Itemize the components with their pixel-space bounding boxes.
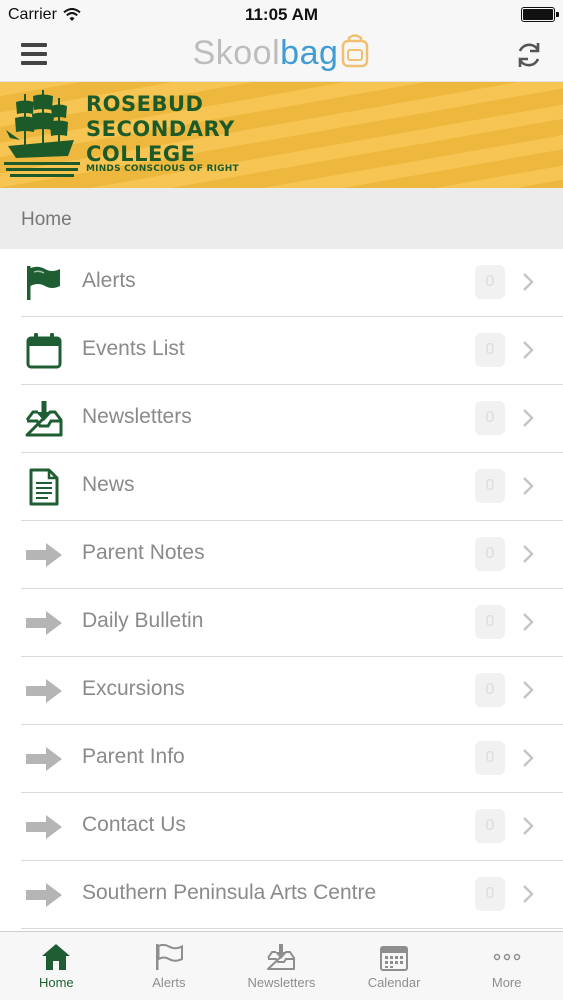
chevron-right-icon: [523, 341, 534, 359]
menu-item-label: Southern Peninsula Arts Centre: [82, 881, 377, 904]
refresh-icon[interactable]: [513, 39, 545, 71]
count-badge: 0: [475, 265, 505, 299]
tab-label: Alerts: [152, 975, 186, 990]
count-badge: 0: [475, 809, 505, 843]
chevron-right-icon: [523, 681, 534, 699]
menu-item-label: Events List: [82, 337, 185, 360]
menu-item-newsletters[interactable]: Newsletters 0: [21, 385, 563, 453]
more-icon: [491, 942, 523, 972]
brand-text-bag: bag: [280, 34, 339, 72]
home-icon: [40, 942, 72, 972]
backpack-icon: [342, 34, 369, 68]
flag-icon: [23, 264, 65, 302]
arrow-right-icon: [23, 740, 65, 778]
school-motto: MINDS CONSCIOUS OF RIGHT: [86, 164, 239, 174]
count-badge: 0: [475, 673, 505, 707]
tab-bar: Home Alerts Newsletters Calendar More: [0, 931, 563, 1000]
menu-item-contact-us[interactable]: Contact Us 0: [21, 793, 563, 861]
school-name-line1: ROSEBUD: [86, 92, 204, 116]
menu-item-label: Alerts: [82, 269, 136, 292]
tab-label: More: [491, 975, 522, 990]
menu-item-news[interactable]: News 0: [21, 453, 563, 521]
flag-icon: [153, 942, 185, 972]
status-time: 11:05 AM: [244, 5, 319, 24]
count-badge: 0: [475, 877, 505, 911]
section-title: Home: [21, 209, 72, 230]
count-badge: 0: [475, 401, 505, 435]
menu-item-southern-peninsula-arts-centre[interactable]: Southern Peninsula Arts Centre 0: [21, 861, 563, 929]
nav-bar: Skoolbag: [0, 30, 563, 82]
calendar-icon: [378, 942, 410, 972]
battery-icon: [521, 7, 559, 22]
menu-item-excursions[interactable]: Excursions 0: [21, 657, 563, 725]
tab-alerts[interactable]: Alerts: [113, 932, 226, 1000]
menu-item-label: Excursions: [82, 677, 185, 700]
count-badge: 0: [475, 333, 505, 367]
inbox-download-icon: [265, 942, 297, 972]
menu-item-alerts[interactable]: Alerts 0: [21, 249, 563, 317]
menu-item-label: News: [82, 473, 135, 496]
menu-item-parent-info[interactable]: Parent Info 0: [21, 725, 563, 793]
chevron-right-icon: [523, 409, 534, 427]
calendar-icon: [23, 332, 65, 370]
chevron-right-icon: [523, 477, 534, 495]
count-badge: 0: [475, 469, 505, 503]
menu-item-label: Daily Bulletin: [82, 609, 204, 632]
chevron-right-icon: [523, 273, 534, 291]
chevron-right-icon: [523, 817, 534, 835]
school-banner: ROSEBUD SECONDARY COLLEGE MINDS CONSCIOU…: [0, 82, 563, 188]
menu-item-parent-notes[interactable]: Parent Notes 0: [21, 521, 563, 589]
chevron-right-icon: [523, 613, 534, 631]
arrow-right-icon: [23, 672, 65, 710]
count-badge: 0: [475, 605, 505, 639]
menu-item-label: Parent Info: [82, 745, 185, 768]
tab-more[interactable]: More: [450, 932, 563, 1000]
arrow-right-icon: [23, 604, 65, 642]
tab-label: Calendar: [367, 975, 421, 990]
menu-item-label: Parent Notes: [82, 541, 205, 564]
tab-label: Home: [38, 975, 74, 990]
count-badge: 0: [475, 741, 505, 775]
chevron-right-icon: [523, 545, 534, 563]
chevron-right-icon: [523, 885, 534, 903]
status-bar: Carrier 11:05 AM: [0, 0, 563, 30]
inbox-download-icon: [23, 400, 65, 438]
arrow-right-icon: [23, 536, 65, 574]
arrow-right-icon: [23, 808, 65, 846]
tab-newsletters[interactable]: Newsletters: [225, 932, 338, 1000]
chevron-right-icon: [523, 749, 534, 767]
school-name: ROSEBUD SECONDARY COLLEGE: [86, 92, 235, 167]
menu-item-label: Newsletters: [82, 405, 192, 428]
tab-home[interactable]: Home: [0, 932, 113, 1000]
menu-item-daily-bulletin[interactable]: Daily Bulletin 0: [21, 589, 563, 657]
school-name-line2: SECONDARY: [86, 117, 235, 141]
tab-label: Newsletters: [247, 975, 316, 990]
menu-list: Alerts 0 Events List 0 Newsletters 0 New…: [0, 249, 563, 929]
menu-item-events-list[interactable]: Events List 0: [21, 317, 563, 385]
tab-calendar[interactable]: Calendar: [338, 932, 451, 1000]
document-icon: [23, 468, 65, 506]
brand-text-skool: Skool: [192, 34, 281, 72]
menu-item-label: Contact Us: [82, 813, 186, 836]
arrow-right-icon: [23, 876, 65, 914]
ship-icon: [4, 90, 80, 177]
section-header: Home: [0, 188, 563, 249]
count-badge: 0: [475, 537, 505, 571]
app-brand: Skoolbag: [0, 34, 563, 73]
